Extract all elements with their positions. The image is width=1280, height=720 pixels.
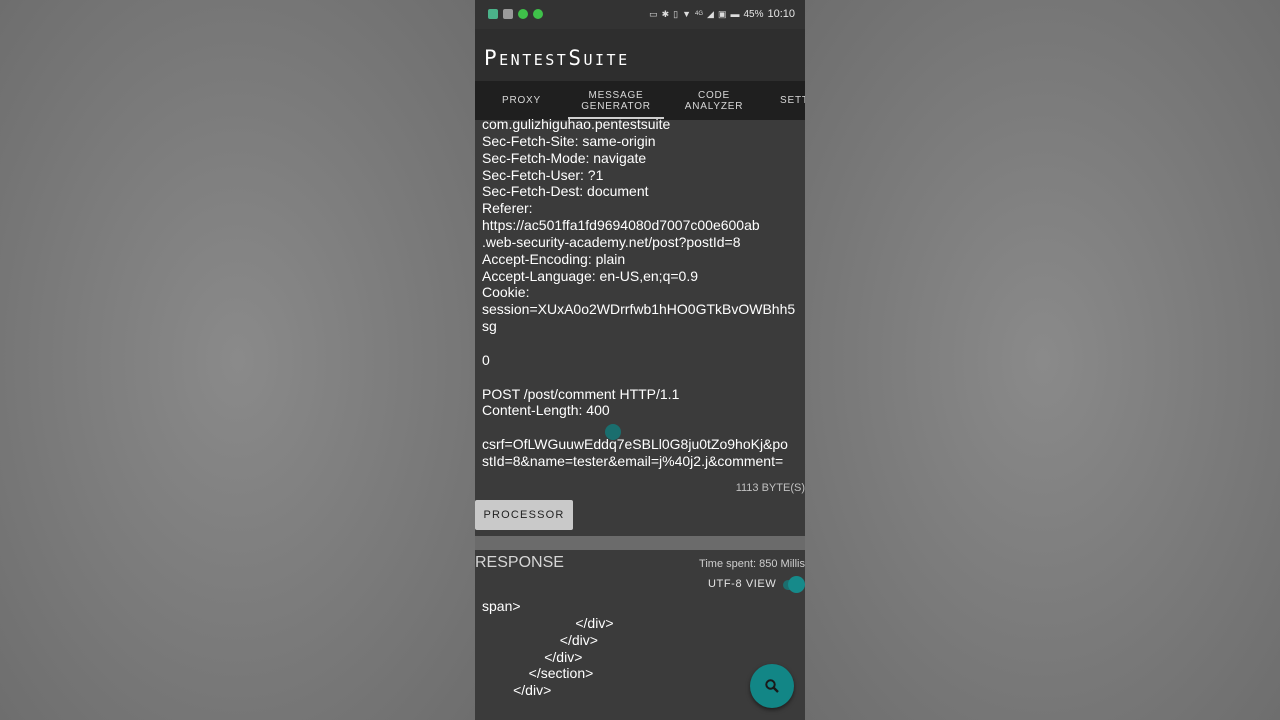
tab-message-generator[interactable]: MESSAGE GENERATOR (568, 81, 664, 120)
time-spent: Time spent: 850 Millis (699, 558, 805, 570)
hd-icon: ▣ (717, 8, 727, 19)
battery-percent: 45% (743, 8, 764, 20)
vibrate-icon: ▯ (673, 8, 679, 19)
bluetooth-icon: ✱ (661, 8, 670, 19)
app-icon (533, 9, 543, 19)
video-background-right (805, 0, 1280, 720)
horizontal-scrollbar[interactable] (475, 536, 805, 550)
system-icons: ▭ ✱ ▯ ▼ 4G ◢ ▣ ▬ 45% 10:10 (649, 8, 795, 20)
wifi-icon: ▼ (682, 9, 691, 19)
battery-icon: ▬ (730, 9, 740, 19)
app-icon (518, 9, 528, 19)
request-text[interactable]: com.gulizhiguhao.pentestsuite Sec-Fetch-… (482, 116, 802, 470)
touch-indicator (605, 424, 621, 440)
tab-bar: PROXY MESSAGE GENERATOR CODE ANALYZER SE… (475, 81, 805, 120)
app-bar: PentestSuite (475, 29, 805, 81)
cast-icon: ▭ (649, 8, 658, 19)
app-title: PentestSuite (484, 46, 630, 70)
signal-icon: ◢ (707, 8, 714, 19)
search-icon (765, 679, 779, 693)
phone-screen: ▭ ✱ ▯ ▼ 4G ◢ ▣ ▬ 45% 10:10 PentestSuite … (475, 0, 805, 720)
response-title: RESPONSE (475, 554, 564, 571)
request-size: 1113 BYTE(S) (735, 482, 805, 494)
network-type: 4G (695, 11, 704, 17)
processor-button[interactable]: PROCESSOR (475, 500, 573, 530)
tab-code-analyzer[interactable]: CODE ANALYZER (664, 81, 764, 120)
status-bar: ▭ ✱ ▯ ▼ 4G ◢ ▣ ▬ 45% 10:10 (475, 0, 805, 29)
tab-settings[interactable]: SETTINGS (780, 81, 805, 120)
notification-icons (488, 9, 543, 19)
app-icon (503, 9, 513, 19)
app-icon (488, 9, 498, 19)
clock: 10:10 (767, 8, 795, 20)
search-button[interactable] (750, 664, 794, 708)
utf8-view-label: UTF-8 VIEW (708, 578, 777, 590)
tab-proxy[interactable]: PROXY (475, 81, 568, 120)
video-background-left (0, 0, 475, 720)
utf8-view-switch-knob[interactable] (788, 576, 805, 593)
